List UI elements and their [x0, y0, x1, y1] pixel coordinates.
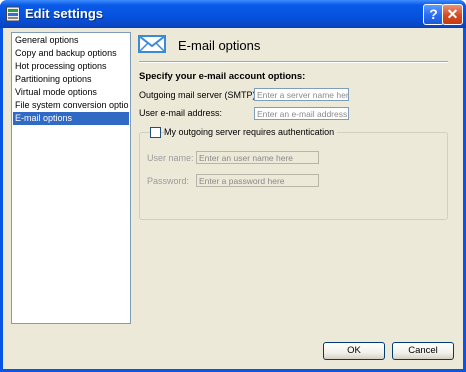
- nav-item-file-system-conversion-options[interactable]: File system conversion options: [13, 99, 129, 112]
- help-button[interactable]: ?: [423, 4, 444, 25]
- nav-item-partitioning-options[interactable]: Partitioning options: [13, 73, 129, 86]
- smtp-server-label: Outgoing mail server (SMTP):: [139, 90, 259, 100]
- page-title: E-mail options: [178, 38, 261, 53]
- username-input[interactable]: [196, 151, 319, 164]
- password-label: Password:: [147, 176, 190, 186]
- window-title: Edit settings: [25, 6, 104, 21]
- password-input[interactable]: [196, 174, 319, 187]
- nav-item-virtual-mode-options[interactable]: Virtual mode options: [13, 86, 129, 99]
- section-title: Specify your e-mail account options:: [139, 71, 306, 82]
- close-button[interactable]: ✕: [442, 4, 463, 25]
- smtp-server-input[interactable]: [254, 88, 349, 101]
- app-icon: [6, 6, 20, 22]
- nav-item-email-options[interactable]: E-mail options: [13, 112, 129, 125]
- username-label: User name:: [147, 153, 194, 163]
- title-bar[interactable]: Edit settings ? ✕: [0, 0, 466, 28]
- nav-item-hot-processing-options[interactable]: Hot processing options: [13, 60, 129, 73]
- authentication-checkbox-label[interactable]: My outgoing server requires authenticati…: [164, 127, 338, 137]
- nav-item-general-options[interactable]: General options: [13, 34, 129, 47]
- dialog-client-area: General options Copy and backup options …: [3, 28, 463, 369]
- edit-settings-window: Edit settings ? ✕ General options Copy a…: [0, 0, 466, 372]
- envelope-icon: [138, 35, 166, 53]
- header-divider: [139, 61, 448, 63]
- authentication-checkbox[interactable]: [150, 127, 161, 138]
- settings-category-list[interactable]: General options Copy and backup options …: [11, 32, 131, 324]
- user-email-label: User e-mail address:: [139, 108, 223, 118]
- nav-item-copy-backup-options[interactable]: Copy and backup options: [13, 47, 129, 60]
- cancel-button[interactable]: Cancel: [392, 342, 454, 360]
- ok-button[interactable]: OK: [323, 342, 385, 360]
- user-email-input[interactable]: [254, 107, 349, 120]
